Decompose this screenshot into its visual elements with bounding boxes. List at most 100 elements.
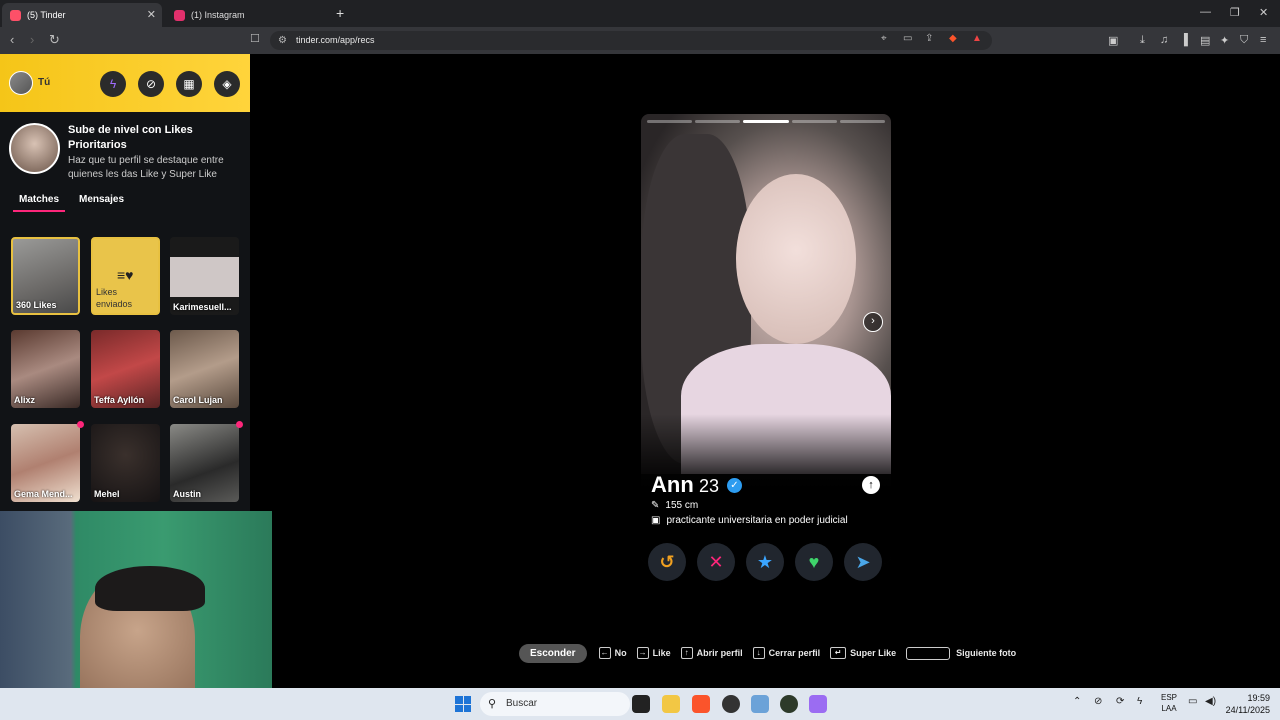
- instagram-favicon-icon: [174, 9, 185, 21]
- share-icon[interactable]: ⇪: [925, 33, 933, 44]
- forward-icon[interactable]: ›: [30, 32, 34, 47]
- url-text: tinder.com/app/recs: [296, 35, 375, 45]
- volume-icon[interactable]: ◀): [1205, 696, 1216, 707]
- tile-label: Alixz: [14, 395, 36, 405]
- clock[interactable]: 19:59 24/11/2025: [1222, 692, 1270, 716]
- reading-list-icon[interactable]: ▐: [1180, 34, 1188, 46]
- hide-shortcuts-button[interactable]: Esconder: [519, 643, 587, 663]
- match-tile[interactable]: Karimesuell...: [170, 237, 239, 315]
- photo-bar: [647, 120, 693, 123]
- promo-title: Sube de nivel con Likes Prioritarios: [68, 124, 193, 151]
- app-icon[interactable]: [809, 695, 827, 713]
- promo-banner[interactable]: Sube de nivel con Likes Prioritarios Haz…: [0, 112, 250, 186]
- file-explorer-icon[interactable]: [662, 695, 680, 713]
- site-info-icon[interactable]: ⚙: [278, 31, 287, 50]
- maximize-icon[interactable]: ❐: [1230, 6, 1240, 19]
- like-button[interactable]: ♥: [795, 543, 833, 581]
- space-key-icon: [906, 646, 951, 660]
- sidebar-panel-icon[interactable]: ▣: [1108, 34, 1118, 47]
- user-label[interactable]: Tú: [38, 77, 50, 88]
- task-view-icon[interactable]: [632, 695, 650, 713]
- minimize-icon[interactable]: —: [1200, 6, 1211, 18]
- reload-icon[interactable]: ↻: [49, 32, 60, 48]
- close-window-icon[interactable]: ✕: [1259, 6, 1268, 19]
- nope-button[interactable]: ✕: [697, 543, 735, 581]
- profile-age: 23: [699, 476, 720, 496]
- boost-icon[interactable]: ϟ: [100, 71, 126, 97]
- cast-icon[interactable]: ▭: [903, 33, 912, 44]
- match-tile[interactable]: Gema Mend...: [11, 424, 80, 502]
- download-icon[interactable]: ⤓: [1140, 34, 1145, 47]
- leo-icon[interactable]: ✦: [1220, 34, 1229, 47]
- left-arrow-key-icon: ←: [598, 647, 611, 659]
- down-arrow-key-icon: ↓: [752, 647, 765, 659]
- new-tab-icon[interactable]: +: [336, 5, 344, 21]
- tab-instagram[interactable]: (1) Instagram: [166, 3, 326, 27]
- vpn-icon[interactable]: ⛉: [1240, 34, 1248, 47]
- shortcut-next-photo: Siguiente foto: [906, 646, 1016, 660]
- tile-label: Carol Lujan: [173, 395, 223, 405]
- ruler-icon: ✎: [651, 500, 660, 511]
- tile-label: Karimesuell...: [173, 302, 232, 312]
- language-indicator[interactable]: ESP LAA: [1158, 692, 1180, 714]
- tile-label: Teffa Ayllón: [94, 395, 145, 405]
- browser-tabbar: (5) Tinder ✕ (1) Instagram + — ❐ ✕: [0, 0, 1280, 27]
- likes-tile[interactable]: 360 Likes: [11, 237, 80, 315]
- tile-label: Mehel: [94, 489, 120, 499]
- photo-bar: [839, 120, 886, 123]
- avatar[interactable]: [9, 71, 33, 95]
- back-icon[interactable]: ‹: [10, 32, 14, 47]
- music-icon[interactable]: ♫: [1160, 34, 1168, 46]
- next-photo-icon[interactable]: ›: [863, 312, 883, 332]
- up-arrow-key-icon: ↑: [680, 647, 693, 659]
- tile-label: Likes enviados: [96, 287, 133, 309]
- wallet-icon[interactable]: ▤: [1200, 34, 1210, 47]
- brave-rewards-icon[interactable]: ▲: [972, 33, 982, 44]
- briefcase-icon[interactable]: ▦: [176, 71, 202, 97]
- unread-dot: [77, 421, 84, 428]
- match-tile[interactable]: Teffa Ayllón: [91, 330, 160, 408]
- display-icon[interactable]: ▭: [1188, 696, 1197, 707]
- brave-browser-icon[interactable]: [692, 695, 710, 713]
- network-off-icon[interactable]: ⊘: [1094, 696, 1102, 707]
- explore-icon[interactable]: ⊘: [138, 71, 164, 97]
- sidebar-header: Tú ϟ ⊘ ▦ ◈: [0, 54, 250, 112]
- xbox-icon[interactable]: [780, 695, 798, 713]
- match-tile[interactable]: Mehel: [91, 424, 160, 502]
- tab-mensajes[interactable]: Mensajes: [79, 194, 124, 205]
- taskbar-search[interactable]: ⚲ Buscar: [480, 692, 630, 716]
- shortcut-no: ← No: [598, 647, 627, 659]
- shortcut-close-profile: ↓ Cerrar perfil: [752, 647, 820, 659]
- sync-icon[interactable]: ⟳: [1116, 696, 1124, 707]
- rewind-button[interactable]: ↺: [648, 543, 686, 581]
- show-hidden-icons[interactable]: ⌃: [1073, 696, 1081, 707]
- match-tile[interactable]: Carol Lujan: [170, 330, 239, 408]
- obs-icon[interactable]: [722, 695, 740, 713]
- superlike-button[interactable]: ★: [746, 543, 784, 581]
- profile-card[interactable]: › Ann 23 ✓ ↑ ✎ 155 cm ▣ practicante univ…: [641, 114, 891, 564]
- photo-face: [736, 174, 856, 344]
- open-profile-icon[interactable]: ↑: [862, 476, 880, 494]
- menu-icon[interactable]: ≡: [1260, 34, 1266, 46]
- address-bar-row: ‹ › ↻ ☐ ⚙ tinder.com/app/recs ⌖ ▭ ⇪ ◆ ▲ …: [0, 27, 1280, 54]
- close-tab-icon[interactable]: ✕: [147, 8, 156, 21]
- shortcut-label: Super Like: [850, 648, 897, 658]
- match-tile[interactable]: Alixz: [11, 330, 80, 408]
- promo-subtitle: Haz que tu perfil se destaque entre quie…: [68, 155, 224, 180]
- lang-top: ESP: [1160, 693, 1177, 702]
- tab-tinder[interactable]: (5) Tinder ✕: [2, 3, 162, 27]
- windows-start-icon[interactable]: [455, 696, 471, 712]
- shield-icon[interactable]: ◈: [214, 71, 240, 97]
- likes-sent-tile[interactable]: ≡♥ Likes enviados: [91, 237, 160, 315]
- bookmark-icon[interactable]: ☐: [250, 32, 260, 45]
- lang-bottom: LAA: [1161, 704, 1177, 713]
- match-tile[interactable]: Austin: [170, 424, 239, 502]
- keyboard-shortcuts: Esconder ← No → Like ↑ Abrir perfil ↓ Cerrar…: [519, 643, 1026, 663]
- send-message-button[interactable]: ➤: [844, 543, 882, 581]
- photos-icon[interactable]: [751, 695, 769, 713]
- brave-shields-icon[interactable]: ◆: [949, 33, 957, 44]
- bluetooth-icon[interactable]: ϟ: [1137, 696, 1142, 707]
- webcam-headphones: [95, 566, 205, 611]
- tab-matches[interactable]: Matches: [12, 194, 66, 212]
- location-icon[interactable]: ⌖: [881, 33, 887, 44]
